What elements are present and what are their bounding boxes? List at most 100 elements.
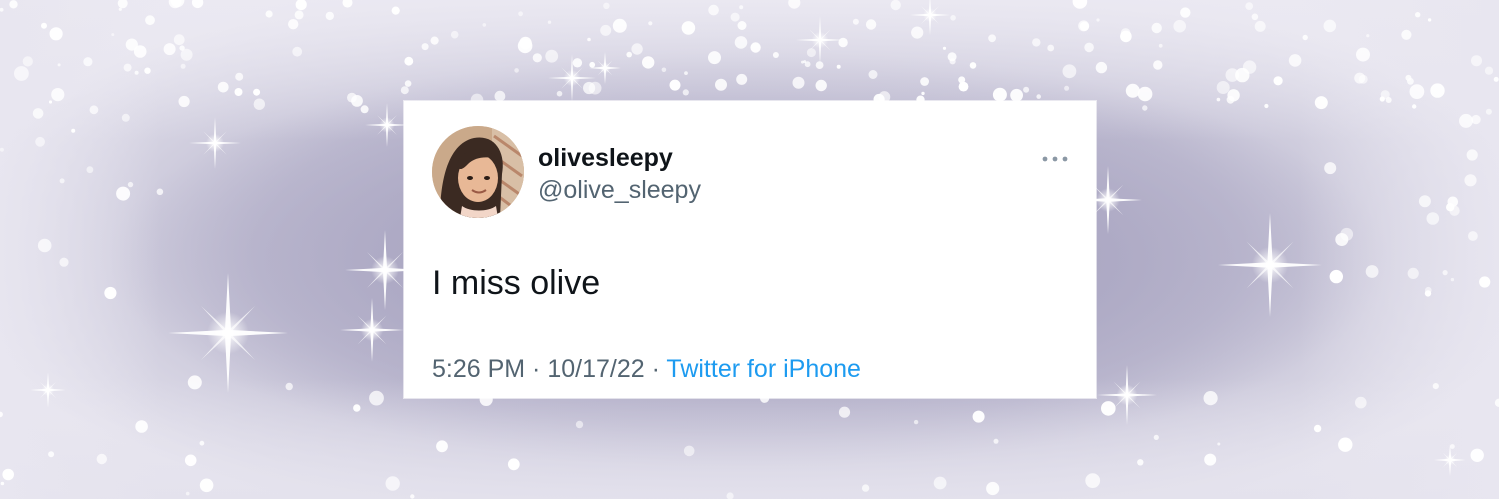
sparkle-dot (1471, 114, 1481, 125)
more-horizontal-icon[interactable] (1040, 154, 1070, 164)
sparkle-dot (804, 61, 811, 68)
sparkle-dot (1036, 94, 1041, 99)
sparkle-dot (1426, 212, 1440, 225)
sparkle-dot (199, 440, 205, 446)
sparkle-dot (969, 62, 977, 69)
sparkle-dot (1062, 64, 1077, 79)
tweet-metadata: 5:26 PM · 10/17/22 · Twitter for iPhone (432, 355, 861, 384)
sparkle-dot (1101, 401, 1116, 416)
user-handle[interactable]: @olive_sleepy (538, 176, 701, 205)
sparkle-dot (83, 57, 93, 67)
sparkle-dot (1365, 265, 1379, 278)
sparkle-dot (661, 67, 667, 73)
sparkle-dot (1380, 90, 1390, 100)
sparkle-dot (48, 100, 53, 104)
sparkle-dot (772, 52, 779, 58)
sparkle-dot (1479, 276, 1491, 288)
sparkle-star (1097, 365, 1157, 425)
sparkle-dot (920, 77, 929, 86)
sparkle-dot (117, 0, 128, 9)
sparkle-dot (1180, 7, 1191, 18)
sparkle-dot (739, 5, 744, 10)
sparkle-dot (750, 42, 761, 53)
sparkle-dot (532, 53, 542, 63)
sparkle-dot (156, 188, 164, 196)
sparkle-dot (1085, 473, 1101, 488)
sparkle-dot (1064, 85, 1070, 91)
sparkle-dot (144, 67, 151, 74)
sparkle-dot (351, 95, 363, 107)
sparkle-dot (71, 128, 76, 133)
sparkle-dot (253, 98, 265, 110)
avatar[interactable] (432, 126, 524, 218)
sparkle-dot (545, 49, 559, 63)
sparkle-dot (342, 0, 353, 8)
tweet-date[interactable]: 10/17/22 (547, 355, 644, 383)
sparkle-dot (737, 21, 747, 30)
sparkle-dot (838, 406, 851, 418)
sparkle-dot (1338, 437, 1353, 452)
sparkle-dot (253, 88, 261, 96)
sparkle-dot (51, 88, 65, 102)
sparkle-dot (2, 468, 14, 481)
sparkle-dot (583, 81, 596, 95)
display-name[interactable]: olivesleepy (538, 144, 673, 173)
sparkle-dot (1484, 66, 1494, 75)
sparkle-star (340, 298, 404, 362)
sparkle-dot (1079, 21, 1090, 31)
sparkle-dot (587, 37, 591, 42)
sparkle-dot (1407, 77, 1414, 85)
sparkle-dot (288, 19, 299, 30)
sparkle-dot (708, 4, 719, 16)
sparkle-dot (1251, 13, 1259, 21)
sparkle-dot (116, 186, 131, 201)
sparkle-dot (868, 70, 878, 79)
sparkle-dot (913, 419, 919, 425)
sparkle-dot (1471, 55, 1482, 67)
sparkle-dot (1407, 267, 1419, 279)
sparkle-dot (865, 19, 877, 30)
sparkle-dot (1125, 83, 1140, 98)
sparkle-star (1218, 213, 1322, 317)
sparkle-dot (180, 48, 193, 61)
sparkle-dot (1264, 103, 1269, 109)
sparkle-dot (173, 34, 185, 46)
sparkle-dot (958, 81, 969, 92)
sparkle-dot (1430, 83, 1445, 98)
sparkle-dot (861, 484, 870, 492)
sparkle-dot (294, 10, 304, 20)
sparkle-dot (1466, 149, 1478, 161)
sparkle-dot (1302, 34, 1308, 41)
tweet-card[interactable]: olivesleepy @olive_sleepy I miss olive 5… (404, 101, 1096, 398)
sparkle-dot (836, 64, 841, 69)
sparkle-dot (589, 61, 596, 68)
sparkle-dot (1314, 96, 1328, 110)
sparkle-dot (801, 60, 804, 64)
sparkle-dot (547, 20, 552, 24)
sparkle-dot (217, 81, 229, 93)
sparkle-dot (86, 166, 94, 174)
tweet-source-link[interactable]: Twitter for iPhone (666, 355, 861, 383)
sparkle-dot (1468, 231, 1478, 241)
sparkle-dot (1032, 38, 1041, 47)
sparkle-dot (59, 257, 69, 267)
sparkle-dot (1358, 74, 1368, 84)
sparkle-dot (1470, 448, 1484, 462)
sparkle-dot (1153, 434, 1159, 440)
sparkle-dot (1120, 30, 1132, 43)
sparkle-dot (111, 33, 115, 37)
sparkle-dot (507, 458, 520, 471)
tweet-time[interactable]: 5:26 PM (432, 355, 525, 383)
sparkle-dot (121, 113, 130, 122)
sparkle-dot (404, 56, 414, 66)
sparkle-dot (792, 76, 805, 89)
sparkle-dot (14, 66, 29, 81)
sparkle-dot (1427, 18, 1432, 22)
sparkle-dot (815, 61, 824, 69)
sparkle-dot (145, 15, 155, 26)
sparkle-dot (1273, 76, 1283, 86)
sparkle-dot (1072, 0, 1088, 9)
sparkle-dot (683, 445, 695, 457)
sparkle-dot (681, 21, 696, 35)
sparkle-dot (0, 7, 4, 12)
